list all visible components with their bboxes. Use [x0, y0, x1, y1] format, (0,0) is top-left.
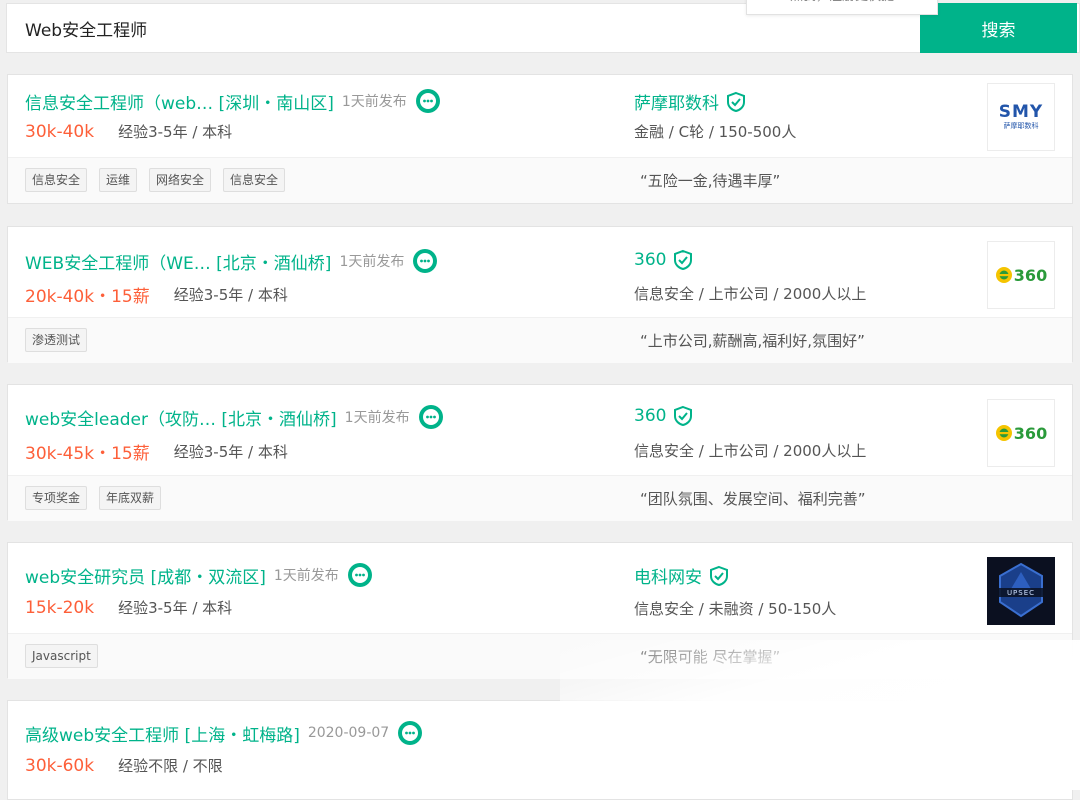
tag-list: 专项奖金 年底双薪 [25, 486, 173, 510]
verified-shield-icon [710, 565, 728, 586]
tag: 运维 [99, 168, 138, 192]
job-title-row: WEB安全工程师（WE… [北京・酒仙桥] 1天前发布 [25, 247, 438, 275]
tag: Javascript [25, 644, 98, 668]
register-tooltip[interactable]: 点我，注册更快捷 [746, 0, 938, 15]
posted-time: 2020-09-07 [307, 725, 390, 741]
benefit-text: “上市公司,薪酬高,福利好,氛围好” [640, 332, 865, 350]
salary-row: 20k-40k・15薪 经验3-5年 / 本科 [25, 282, 288, 307]
chat-icon[interactable] [412, 248, 438, 274]
tag: 网络安全 [149, 168, 212, 192]
job-title-row: web安全研究员 [成都・双流区] 1天前发布 [25, 561, 373, 589]
tag: 信息安全 [223, 168, 286, 192]
salary: 30k-40k [25, 121, 95, 142]
salary: 20k-40k・15薪 [25, 287, 150, 307]
company-logo[interactable]: 360 [987, 241, 1055, 309]
upsec-logo-text: UPSEC [1007, 589, 1035, 597]
360-logo-text: 360 [1013, 423, 1048, 443]
card-footer: 专项奖金 年底双薪 “团队氛围、发展空间、福利完善” [8, 475, 1072, 521]
company-name-link[interactable]: 电科网安 [634, 563, 702, 588]
salary-row: 30k-45k・15薪 经验3-5年 / 本科 [25, 439, 288, 464]
card-footer: 信息安全 运维 网络安全 信息安全 “五险一金,待遇丰厚” [8, 157, 1072, 203]
company-info: 金融 / C轮 / 150-500人 [634, 123, 797, 141]
posted-time: 1天前发布 [273, 568, 339, 584]
chat-icon[interactable] [418, 404, 444, 430]
job-card[interactable]: web安全leader（攻防… [北京・酒仙桥] 1天前发布 30k-45k・1… [7, 384, 1073, 521]
posted-time: 1天前发布 [341, 94, 407, 110]
salary-row: 30k-60k 经验不限 / 不限 [25, 755, 223, 776]
company-info: 信息安全 / 上市公司 / 2000人以上 [634, 285, 867, 303]
salary-row: 15k-20k 经验3-5年 / 本科 [25, 597, 232, 618]
360-logo-mark-icon [995, 425, 1012, 441]
company-name-row: 萨摩耶数科 [634, 89, 747, 114]
benefit-text: “五险一金,待遇丰厚” [640, 172, 781, 190]
company-logo[interactable]: 360 [987, 399, 1055, 467]
card-footer: 渗透测试 “上市公司,薪酬高,福利好,氛围好” [8, 317, 1072, 363]
tag: 专项奖金 [25, 486, 88, 510]
company-logo[interactable]: SMY 萨摩耶数科 [987, 83, 1055, 151]
requirements: 经验3-5年 / 本科 [173, 286, 288, 304]
benefit-text: “团队氛围、发展空间、福利完善” [640, 490, 866, 508]
360-logo-text: 360 [1013, 265, 1048, 285]
company-info: 信息安全 / 上市公司 / 2000人以上 [634, 442, 867, 460]
salary-row: 30k-40k 经验3-5年 / 本科 [25, 121, 232, 142]
requirements: 经验3-5年 / 本科 [118, 123, 233, 141]
tag: 年底双薪 [99, 486, 162, 510]
smy-logo-text: SMY [998, 102, 1044, 122]
company-name-row: 360 [634, 249, 694, 271]
upsec-shield-logo-icon: UPSEC [988, 558, 1054, 624]
job-title-row: 高级web安全工程师 [上海・虹梅路] 2020-09-07 [25, 719, 423, 747]
posted-time: 1天前发布 [339, 254, 405, 270]
job-title-row: web安全leader（攻防… [北京・酒仙桥] 1天前发布 [25, 403, 444, 431]
company-name-link[interactable]: 360 [634, 406, 666, 426]
tag-list: 信息安全 运维 网络安全 信息安全 [25, 168, 297, 192]
job-title-link[interactable]: 高级web安全工程师 [上海・虹梅路] [25, 721, 300, 746]
chat-icon[interactable] [415, 88, 441, 114]
company-name-link[interactable]: 360 [634, 250, 666, 270]
job-title-link[interactable]: 信息安全工程师（web… [深圳・南山区] [25, 89, 334, 114]
chat-icon[interactable] [397, 720, 423, 746]
job-card[interactable]: web安全研究员 [成都・双流区] 1天前发布 15k-20k 经验3-5年 /… [7, 542, 1073, 679]
job-card[interactable]: 高级web安全工程师 [上海・虹梅路] 2020-09-07 30k-60k 经… [7, 700, 1073, 800]
requirements: 经验不限 / 不限 [118, 757, 223, 775]
tag: 信息安全 [25, 168, 88, 192]
job-title-link[interactable]: web安全研究员 [成都・双流区] [25, 563, 266, 588]
company-logo[interactable]: UPSEC [987, 557, 1055, 625]
tag: 渗透测试 [25, 328, 88, 352]
benefit-text: “无限可能 尽在掌握” [640, 648, 781, 666]
chat-icon[interactable] [347, 562, 373, 588]
card-footer: Javascript “无限可能 尽在掌握” [8, 633, 1072, 679]
requirements: 经验3-5年 / 本科 [118, 599, 233, 617]
smy-logo-subtext: 萨摩耶数科 [1003, 122, 1039, 130]
salary: 30k-45k・15薪 [25, 444, 150, 464]
tag-list: 渗透测试 [25, 328, 99, 352]
verified-shield-icon [727, 91, 745, 112]
tag-list: Javascript [25, 644, 110, 668]
360-logo-mark-icon [995, 267, 1012, 283]
job-card[interactable]: 信息安全工程师（web… [深圳・南山区] 1天前发布 30k-40k 经验3-… [7, 74, 1073, 204]
search-button[interactable]: 搜索 [920, 3, 1077, 53]
job-title-link[interactable]: web安全leader（攻防… [北京・酒仙桥] [25, 405, 337, 430]
company-name-row: 电科网安 [634, 563, 730, 588]
verified-shield-icon [674, 249, 693, 271]
job-title-link[interactable]: WEB安全工程师（WE… [北京・酒仙桥] [25, 249, 331, 274]
verified-shield-icon [674, 405, 693, 427]
posted-time: 1天前发布 [344, 410, 410, 426]
salary: 15k-20k [25, 597, 95, 618]
company-name-link[interactable]: 萨摩耶数科 [634, 89, 719, 114]
job-title-row: 信息安全工程师（web… [深圳・南山区] 1天前发布 [25, 87, 441, 115]
company-name-row: 360 [634, 405, 694, 427]
requirements: 经验3-5年 / 本科 [173, 443, 288, 461]
salary: 30k-60k [25, 755, 95, 776]
job-card[interactable]: WEB安全工程师（WE… [北京・酒仙桥] 1天前发布 20k-40k・15薪 … [7, 226, 1073, 363]
company-info: 信息安全 / 未融资 / 50-150人 [634, 600, 837, 618]
